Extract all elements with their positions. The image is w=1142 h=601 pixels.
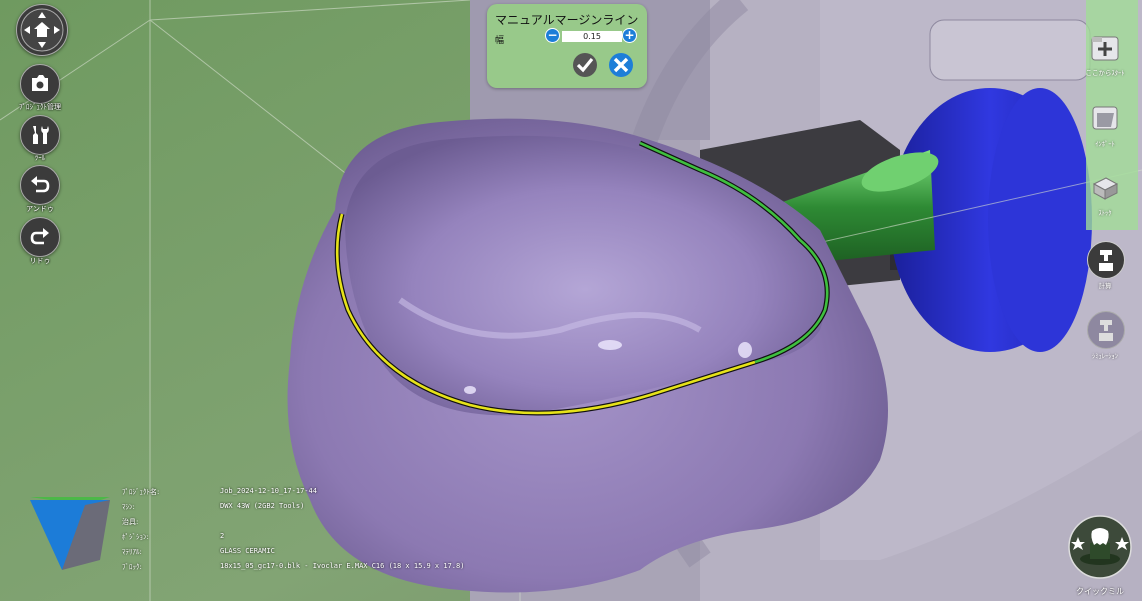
close-icon: [609, 53, 633, 77]
home-navigation-button[interactable]: [16, 4, 68, 56]
width-input[interactable]: [562, 31, 622, 42]
redo-icon: [30, 228, 49, 245]
info-value-machine: DWX 43W (2GB2 Tools): [220, 502, 305, 510]
add-start-icon: [1091, 36, 1119, 61]
cancel-button[interactable]: [608, 52, 634, 78]
redo-button[interactable]: [20, 217, 60, 257]
quick-mill-label: クイックミル: [1076, 587, 1124, 596]
project-manager-icon: [32, 75, 48, 91]
undo-button[interactable]: [20, 165, 60, 205]
undo-label: アンドゥ: [26, 205, 54, 213]
width-label: 幅: [495, 36, 505, 46]
info-label-position: ﾎﾟｼﾞｼｮﾝ:: [122, 533, 149, 541]
tooth-hat-icon: [1068, 515, 1132, 579]
info-value-material: GLASS CERAMIC: [220, 547, 275, 555]
quick-mill-button[interactable]: [1068, 515, 1132, 579]
tool-button[interactable]: [20, 115, 60, 155]
info-value-project: Job_2024-12-10_17-17-44: [220, 487, 317, 495]
calculate-icon: [1099, 250, 1113, 271]
stock-icon: [1092, 177, 1119, 200]
home-dpad-icon: [20, 8, 64, 52]
info-label-fixture: 治具:: [122, 518, 139, 526]
width-increment-button[interactable]: +: [622, 28, 637, 43]
calculate-label: 計算: [1098, 282, 1112, 290]
project-manager-label: ﾌﾟﾛｼﾞｪｸﾄ管理: [19, 103, 61, 111]
start-here-label: ここからｽﾀｰﾄ: [1085, 69, 1125, 77]
simulation-button[interactable]: [1087, 311, 1125, 349]
import-label: ｲﾝﾎﾟｰﾄ: [1095, 140, 1115, 148]
checkmark-icon: [573, 53, 597, 77]
panel-title: マニュアルマージンライン: [495, 13, 639, 27]
3d-viewport[interactable]: [0, 0, 1142, 601]
simulation-label: ｼﾐｭﾚｰｼｮﾝ: [1092, 352, 1118, 360]
start-here-button[interactable]: [1087, 30, 1123, 66]
info-value-position: 2: [220, 532, 225, 540]
simulation-icon: [1099, 320, 1113, 341]
info-label-block: ﾌﾞﾛｯｸ:: [122, 563, 142, 571]
import-icon: [1092, 106, 1118, 130]
stock-label: ｽﾄｯｸ: [1098, 209, 1112, 217]
wrench-screwdriver-icon: [33, 126, 49, 144]
info-label-machine: ﾏｼﾝ:: [122, 503, 135, 511]
redo-label: リドゥ: [29, 257, 51, 265]
width-decrement-button[interactable]: −: [545, 28, 560, 43]
calculate-button[interactable]: [1087, 241, 1125, 279]
info-label-material: ﾏﾃﾘｱﾙ:: [122, 548, 142, 556]
project-manager-button[interactable]: [20, 64, 60, 104]
info-label-project: ﾌﾟﾛｼﾞｪｸﾄ名:: [122, 488, 160, 496]
stock-button[interactable]: [1087, 170, 1123, 206]
info-value-block: 18x15_05_gc17-0.blk - Ivoclar E.MAX C16 …: [220, 562, 465, 570]
undo-icon: [31, 176, 50, 193]
import-button[interactable]: [1087, 100, 1123, 136]
confirm-button[interactable]: [572, 52, 598, 78]
tool-label: ﾂｰﾙ: [34, 154, 46, 162]
